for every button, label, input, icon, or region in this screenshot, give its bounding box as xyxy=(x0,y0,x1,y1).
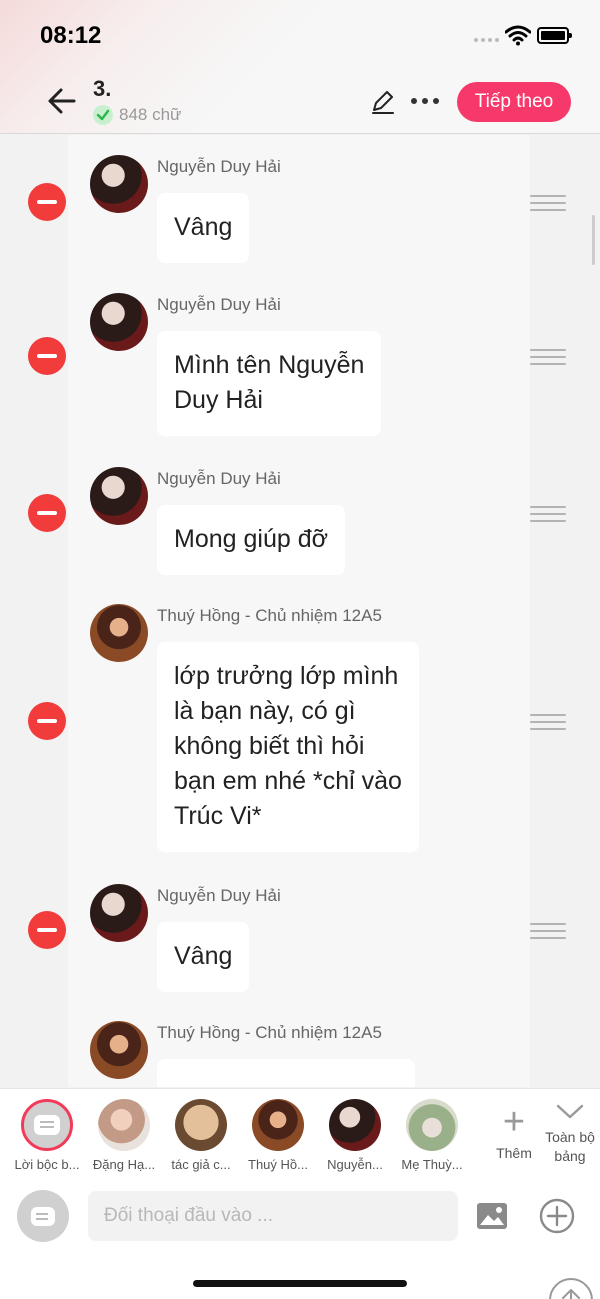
message-line: Mong giúp đỡ xyxy=(174,525,328,553)
speaker-name: Nguyễn Duy Hải xyxy=(157,295,281,314)
home-indicator xyxy=(193,1280,407,1287)
message-line: Vâng xyxy=(174,213,233,241)
avatar xyxy=(90,1021,148,1079)
character-label: Lời bộc b... xyxy=(14,1157,80,1172)
character-chip[interactable]: Mẹ Thuỳ... xyxy=(395,1099,469,1172)
character-label: Đặng Hạ... xyxy=(92,1157,156,1172)
message-bubble[interactable]: lớp trưởng lớp mình là bạn này, có gì kh… xyxy=(157,642,419,852)
message-line: Mình tên Nguyễn xyxy=(174,351,365,379)
chapter-title: 3. xyxy=(93,76,112,101)
character-chip-narrator[interactable]: Lời bộc b... xyxy=(10,1099,84,1172)
character-chip[interactable]: Nguyễn... xyxy=(318,1099,392,1172)
message-bubble[interactable]: Mong giúp đỡ xyxy=(157,505,345,575)
message-line: bạn em nhé *chỉ vào xyxy=(174,767,402,795)
avatar xyxy=(90,884,148,942)
top-bar: 08:12 3. 848 chữ Tiếp theo xyxy=(0,0,600,134)
arrow-up-icon[interactable] xyxy=(549,1278,593,1299)
avatar xyxy=(90,604,148,662)
avatar xyxy=(252,1099,304,1151)
avatar xyxy=(90,467,148,525)
message-bubble[interactable] xyxy=(157,1059,415,1087)
plus-icon: + xyxy=(502,1101,526,1143)
character-chip[interactable]: Thuý Hồ... xyxy=(241,1099,315,1172)
more-icon[interactable] xyxy=(411,92,439,110)
message-line: Trúc Vi* xyxy=(174,802,262,830)
character-bar: Lời bộc b... Đặng Hạ... tác giả c... Thu… xyxy=(0,1088,600,1182)
message-line: lớp trưởng lớp mình xyxy=(174,662,399,690)
speaker-name: Nguyễn Duy Hải xyxy=(157,157,281,176)
character-label: Thuý Hồ... xyxy=(248,1157,308,1172)
character-label: Nguyễn... xyxy=(327,1157,383,1172)
add-character-button[interactable]: + Thêm xyxy=(490,1101,538,1161)
add-label: Thêm xyxy=(496,1145,532,1161)
message-row: Thuý Hồng - Chủ nhiệm 12A5 lớp trưởng lớ… xyxy=(0,604,600,854)
narrator-icon xyxy=(21,1099,73,1151)
message-row: Thuý Hồng - Chủ nhiệm 12A5 xyxy=(0,1021,600,1087)
drag-handle-icon[interactable] xyxy=(530,506,566,528)
avatar xyxy=(98,1099,150,1151)
word-count: 848 chữ xyxy=(93,105,181,125)
message-row: Nguyễn Duy Hải Mong giúp đỡ xyxy=(0,467,600,577)
all-characters-button[interactable]: Toàn bộ bảng xyxy=(540,1103,600,1166)
message-row: Nguyễn Duy Hải Vâng xyxy=(0,884,600,994)
drag-handle-icon[interactable] xyxy=(530,349,566,371)
message-line: Vâng xyxy=(174,942,233,970)
status-time: 08:12 xyxy=(40,22,102,49)
message-line: Duy Hải xyxy=(174,386,263,414)
avatar xyxy=(90,293,148,351)
delete-minus-icon[interactable] xyxy=(28,337,66,375)
character-chip[interactable]: tác giả c... xyxy=(164,1099,238,1172)
chevron-down-icon xyxy=(556,1104,584,1119)
message-row: Nguyễn Duy Hải Vâng xyxy=(0,155,600,265)
check-icon xyxy=(93,105,113,125)
back-arrow-icon[interactable] xyxy=(44,84,78,118)
next-button[interactable]: Tiếp theo xyxy=(457,82,571,122)
drag-handle-icon[interactable] xyxy=(530,923,566,945)
signal-icon xyxy=(474,38,499,42)
avatar xyxy=(329,1099,381,1151)
speaker-name: Nguyễn Duy Hải xyxy=(157,886,281,905)
message-list[interactable]: Nguyễn Duy Hải Vâng Nguyễn Duy Hải Mình … xyxy=(0,135,600,1087)
character-label: Mẹ Thuỳ... xyxy=(401,1157,463,1172)
avatar xyxy=(406,1099,458,1151)
drag-handle-icon[interactable] xyxy=(530,195,566,217)
battery-icon xyxy=(537,27,572,44)
dialogue-input[interactable] xyxy=(88,1191,458,1241)
drag-handle-icon[interactable] xyxy=(530,714,566,736)
message-bubble[interactable]: Vâng xyxy=(157,922,250,992)
delete-minus-icon[interactable] xyxy=(28,494,66,532)
wifi-icon xyxy=(505,25,531,46)
speaker-name: Thuý Hồng - Chủ nhiệm 12A5 xyxy=(157,606,382,625)
image-icon[interactable] xyxy=(476,1202,508,1230)
input-bar xyxy=(0,1182,600,1299)
speaker-name: Nguyễn Duy Hải xyxy=(157,469,281,488)
plus-circle-icon[interactable] xyxy=(539,1198,575,1234)
delete-minus-icon[interactable] xyxy=(28,702,66,740)
avatar xyxy=(175,1099,227,1151)
delete-minus-icon[interactable] xyxy=(28,911,66,949)
message-bubble[interactable]: Mình tên Nguyễn Duy Hải xyxy=(157,331,382,436)
character-label: tác giả c... xyxy=(171,1157,231,1172)
speaker-name: Thuý Hồng - Chủ nhiệm 12A5 xyxy=(157,1023,382,1042)
avatar xyxy=(90,155,148,213)
character-chip[interactable]: Đặng Hạ... xyxy=(87,1099,161,1172)
pencil-icon[interactable] xyxy=(369,88,397,116)
message-bubble[interactable]: Vâng xyxy=(157,193,250,263)
message-row: Nguyễn Duy Hải Mình tên Nguyễn Duy Hải xyxy=(0,293,600,439)
delete-minus-icon[interactable] xyxy=(28,183,66,221)
narrator-toggle-button[interactable] xyxy=(17,1190,69,1242)
word-count-label: 848 chữ xyxy=(119,105,182,124)
message-line: không biết thì hỏi xyxy=(174,732,365,760)
message-line: là bạn này, có gì xyxy=(174,697,356,725)
all-label: Toàn bộ bảng xyxy=(545,1129,595,1164)
